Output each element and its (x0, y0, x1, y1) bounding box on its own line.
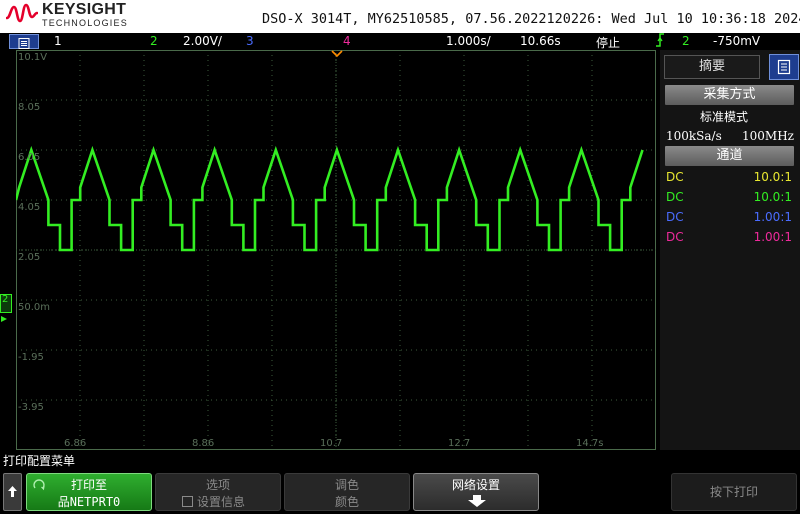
palette-value: 颜色 (334, 495, 359, 509)
panel-menu-icon (777, 59, 791, 75)
channel-coupling: DC (666, 190, 684, 204)
y-axis-label: -3.95 (18, 402, 44, 413)
network-settings-softkey[interactable]: 网络设置 (413, 473, 539, 511)
options-softkey[interactable]: 选项 设置信息 (155, 473, 281, 511)
trigger-edge-icon (655, 32, 665, 51)
channel-coupling: DC (666, 230, 684, 244)
ch2-ground-marker[interactable]: 2 (0, 294, 15, 324)
brand-subtitle: TECHNOLOGIES (42, 18, 128, 28)
channel-coupling: DC (666, 210, 684, 224)
channel-row[interactable]: DC 1.00:1 (666, 230, 792, 248)
acquisition-mode: 标准模式 (700, 110, 749, 124)
channel-probe-ratio: 1.00:1 (753, 230, 792, 244)
panel-menu-button[interactable] (769, 54, 799, 80)
trigger-channel[interactable]: 2 (682, 34, 690, 48)
menu-title: 打印配置菜单 (0, 451, 800, 472)
print-to-softkey[interactable]: 打印至 品NETPRT0 (26, 473, 152, 511)
menu-icon (18, 38, 30, 49)
channel-probe-ratio: 1.00:1 (753, 210, 792, 224)
channel-coupling: DC (666, 170, 684, 184)
bandwidth: 100MHz (742, 129, 794, 143)
ch4-label[interactable]: 4 (343, 34, 351, 48)
channel-probe-ratio: 10.0:1 (753, 170, 792, 184)
channels-header[interactable]: 通道 (665, 146, 794, 166)
y-axis-label: -1.95 (18, 352, 44, 363)
ch2-scale[interactable]: 2.00V/ (183, 34, 222, 48)
trigger-position-icon[interactable] (331, 50, 343, 58)
trigger-level[interactable]: -750mV (713, 34, 760, 48)
options-value: 设置信息 (197, 495, 246, 509)
press-to-print-label: 按下打印 (709, 485, 758, 499)
ch2-waveform (16, 145, 644, 252)
run-state[interactable]: 停止 (596, 34, 620, 51)
acquisition-header[interactable]: 采集方式 (665, 85, 794, 105)
press-to-print-softkey[interactable]: 按下打印 (671, 473, 797, 511)
arrow-down-icon (468, 495, 486, 507)
status-bar: 1 2 2.00V/ 3 4 1.000s/ 10.66s 停止 2 -750m… (0, 33, 800, 50)
palette-label: 调色 (334, 478, 359, 492)
back-button[interactable] (3, 473, 22, 511)
x-axis-label: 6.86 (64, 438, 87, 449)
print-to-value: 品NETPRT0 (57, 495, 121, 509)
delay[interactable]: 10.66s (520, 34, 561, 48)
keysight-logo-icon (6, 3, 38, 23)
header-bar: KEYSIGHT TECHNOLOGIES DSO-X 3014T, MY625… (0, 0, 800, 33)
scope-info: DSO-X 3014T, MY62510585, 07.56.202212022… (262, 11, 800, 27)
y-axis-label: 2.05 (18, 252, 41, 263)
setup-info-checkbox[interactable] (182, 496, 193, 507)
x-axis-label: 8.86 (192, 438, 215, 449)
ch2-marker-label: 2 (2, 294, 9, 305)
y-axis-label: 50.0m (18, 302, 51, 313)
x-axis-label: 12.7 (448, 438, 471, 449)
sample-rate: 100kSa/s (666, 129, 722, 143)
channel-row[interactable]: DC 10.0:1 (666, 170, 792, 188)
channel-probe-ratio: 10.0:1 (753, 190, 792, 204)
ch1-label[interactable]: 1 (54, 34, 62, 48)
options-label: 选项 (205, 478, 230, 492)
y-axis-label: 4.05 (18, 202, 41, 213)
main-menu-button[interactable] (9, 34, 39, 49)
timebase[interactable]: 1.000s/ (446, 34, 491, 48)
ch3-label[interactable]: 3 (246, 34, 254, 48)
arrow-up-icon (8, 486, 17, 497)
channel-row[interactable]: DC 1.00:1 (666, 210, 792, 228)
ch2-label[interactable]: 2 (150, 34, 158, 48)
tab-summary[interactable]: 摘要 (664, 55, 760, 79)
y-axis-label: 6.05 (18, 152, 41, 163)
palette-softkey[interactable]: 调色 颜色 (284, 473, 410, 511)
y-axis-label: 10.1V (18, 52, 48, 63)
y-axis-label: 8.05 (18, 102, 41, 113)
x-axis-label: 14.7s (576, 438, 604, 449)
print-to-label: 打印至 (70, 478, 107, 492)
channel-row[interactable]: DC 10.0:1 (666, 190, 792, 208)
brand-name: KEYSIGHT (42, 1, 127, 18)
x-axis-label: 10.7 (320, 438, 343, 449)
waveform-display[interactable] (16, 50, 656, 450)
network-settings-label: 网络设置 (451, 478, 500, 492)
